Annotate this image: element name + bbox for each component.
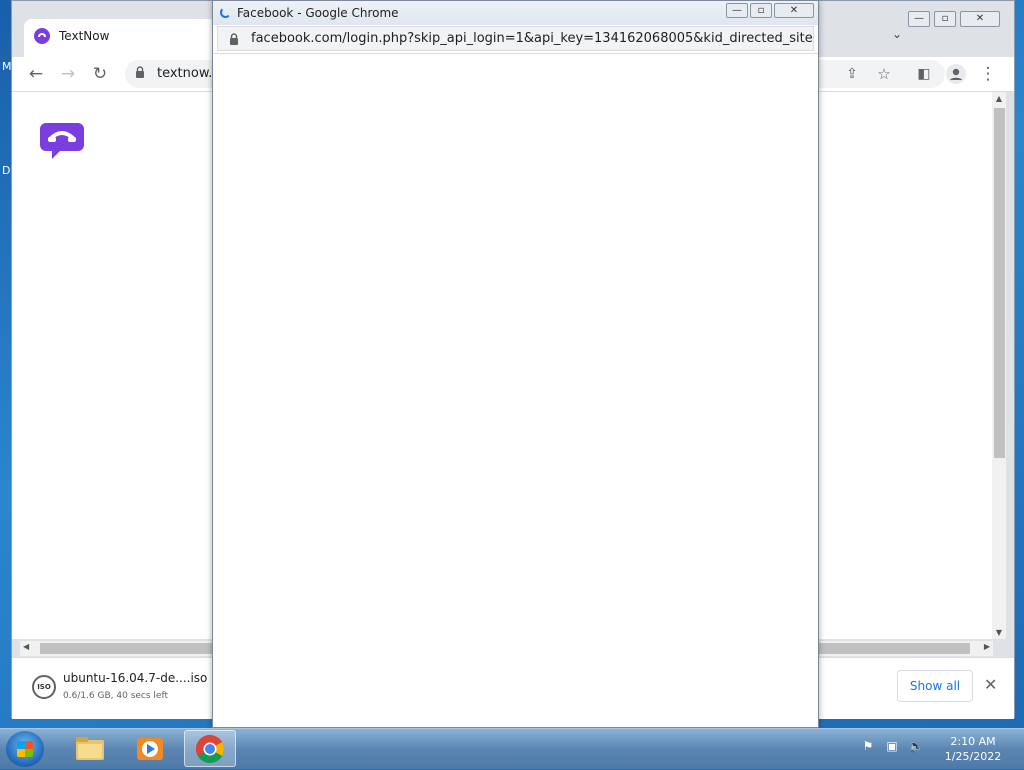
folder-icon: [76, 737, 104, 760]
chrome-taskbar-button[interactable]: [184, 730, 236, 767]
action-center-flag-icon[interactable]: ⚑: [860, 739, 876, 755]
facebook-popup-window: Facebook - Google Chrome — ▫ ✕ facebook.…: [212, 0, 819, 728]
popup-address-bar: facebook.com/login.php?skip_api_login=1&…: [213, 25, 818, 54]
popup-title: Facebook - Google Chrome: [237, 6, 399, 20]
popup-close-button[interactable]: ✕: [774, 3, 814, 18]
desktop-label: D: [2, 164, 11, 177]
lock-icon: [230, 33, 238, 45]
popup-url-field[interactable]: facebook.com/login.php?skip_api_login=1&…: [217, 26, 814, 51]
back-arrow-icon[interactable]: ←: [24, 62, 48, 86]
popup-maximize-button[interactable]: ▫: [750, 3, 772, 18]
explorer-taskbar-button[interactable]: [64, 730, 116, 767]
vertical-scrollbar[interactable]: ▲ ▼: [992, 92, 1006, 639]
iso-file-icon: ISO: [32, 675, 56, 699]
textnow-logo-icon: [40, 123, 84, 159]
minimize-button[interactable]: —: [908, 11, 930, 27]
popup-minimize-button[interactable]: —: [726, 3, 748, 18]
close-button[interactable]: ✕: [960, 11, 1000, 27]
address-text: textnow.c: [157, 66, 220, 81]
show-all-button[interactable]: Show all: [897, 670, 973, 702]
scroll-thumb[interactable]: [994, 108, 1005, 458]
menu-kebab-icon[interactable]: ⋮: [976, 62, 1000, 86]
tab-title: TextNow: [59, 29, 110, 43]
download-status: 0.6/1.6 GB, 40 secs left: [63, 691, 169, 701]
lock-icon: [136, 66, 144, 78]
bookmark-star-icon[interactable]: ☆: [872, 62, 896, 86]
scroll-down-icon[interactable]: ▼: [992, 628, 1006, 637]
network-icon[interactable]: ▣: [884, 739, 900, 755]
share-icon[interactable]: ⇪: [840, 62, 864, 86]
close-shelf-icon[interactable]: ✕: [984, 675, 997, 694]
scroll-up-icon[interactable]: ▲: [992, 94, 1006, 103]
reload-icon[interactable]: ↻: [88, 62, 112, 86]
loading-spinner-icon: [220, 7, 231, 18]
taskbar: ⚑ ▣ 🔈 2:10 AM 1/25/2022: [0, 728, 1024, 769]
tab-textnow[interactable]: TextNow: [24, 19, 224, 57]
profile-avatar-icon[interactable]: [944, 62, 968, 86]
clock-time: 2:10 AM: [950, 735, 996, 748]
popup-title-bar[interactable]: Facebook - Google Chrome — ▫ ✕: [213, 1, 818, 25]
textnow-favicon-icon: [34, 28, 50, 44]
scroll-left-icon[interactable]: ◀: [23, 642, 29, 651]
forward-arrow-icon[interactable]: →: [56, 62, 80, 86]
maximize-button[interactable]: ▫: [934, 11, 956, 27]
tab-search-chevron-icon[interactable]: ⌄: [892, 27, 902, 41]
clock-date: 1/25/2022: [944, 750, 1002, 763]
chrome-icon: [196, 735, 224, 763]
clock[interactable]: 2:10 AM 1/25/2022: [943, 734, 1003, 764]
system-tray: ⚑ ▣ 🔈: [860, 739, 924, 755]
download-filename: ubuntu-16.04.7-de....iso: [63, 671, 208, 685]
popup-url-text: facebook.com/login.php?skip_api_login=1&…: [251, 31, 814, 46]
start-button[interactable]: [6, 731, 44, 767]
media-player-taskbar-button[interactable]: [124, 730, 176, 767]
media-player-icon: [137, 738, 163, 760]
scroll-right-icon[interactable]: ▶: [984, 642, 990, 651]
side-panel-icon[interactable]: ◧: [912, 62, 936, 86]
volume-icon[interactable]: 🔈: [908, 739, 924, 755]
